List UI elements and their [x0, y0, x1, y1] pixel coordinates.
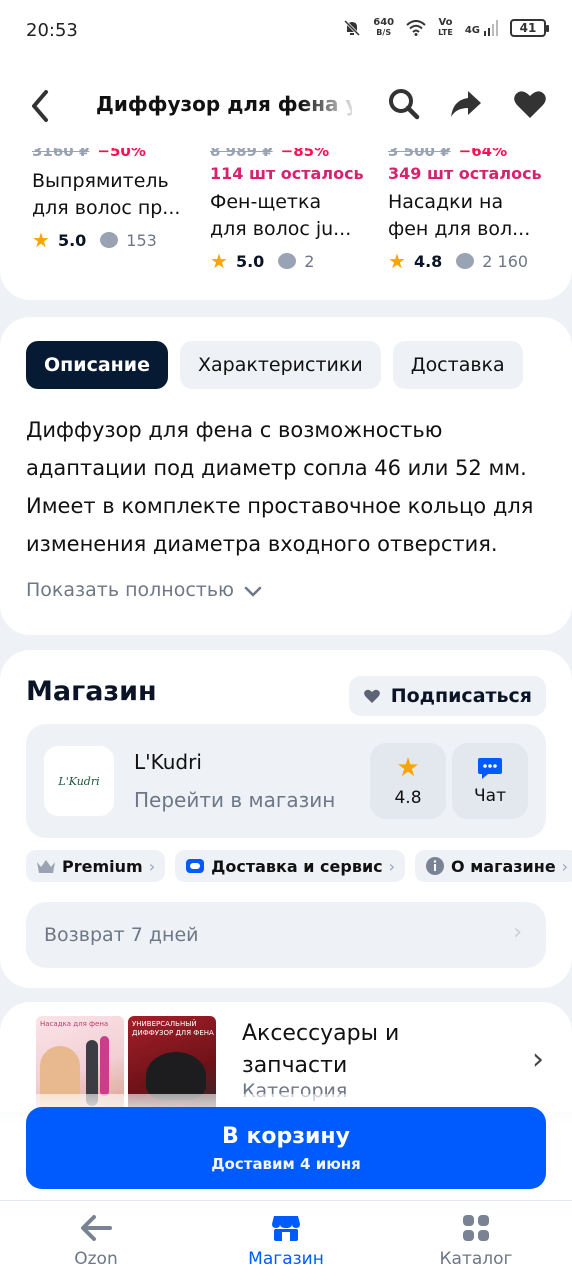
- store-icon: [272, 1216, 300, 1241]
- heart-icon: [363, 689, 380, 703]
- description-text: Диффузор для фена с возможностью адаптац…: [26, 418, 534, 556]
- chevron-right-icon: ›: [513, 920, 522, 945]
- rec-card[interactable]: 3 500 ₽ −64% 349 шт осталось Насадки на ф…: [388, 148, 558, 273]
- chevron-right-icon: ›: [532, 1042, 544, 1077]
- rec-stats: ★ 4.8 2 160: [388, 249, 558, 273]
- rec-rating: 5.0: [57, 230, 87, 250]
- seller-logo: L'Kudri: [44, 746, 114, 816]
- favorite-heart-icon[interactable]: [512, 86, 548, 122]
- rec-card[interactable]: 3160 ₽ −50% Выпрямитель для волос пр... ★…: [32, 148, 202, 252]
- old-price: 3 500 ₽: [388, 148, 451, 156]
- seller-name: L'Kudri: [134, 750, 202, 774]
- delivery-box-icon: [186, 859, 205, 873]
- go-to-store-link[interactable]: Перейти в магазин: [134, 788, 335, 812]
- share-icon[interactable]: [448, 86, 484, 122]
- show-more-link[interactable]: Показать полностью: [26, 579, 262, 601]
- discount-badge: −64%: [459, 148, 507, 156]
- chevron-right-icon: ›: [561, 856, 569, 876]
- chevron-right-icon: ›: [388, 856, 396, 876]
- tab-description[interactable]: Описание: [26, 341, 169, 389]
- status-bar: 20:53 640 B/S Vo LTE 4G 41: [0, 0, 572, 64]
- nav-item-ozon[interactable]: Ozon: [26, 1211, 166, 1269]
- discount-badge: −50%: [97, 148, 145, 156]
- add-to-cart-label: В корзину: [222, 1123, 350, 1149]
- seller-rating-button[interactable]: ★ 4.8: [370, 743, 446, 819]
- subscribe-button[interactable]: Подписаться: [348, 676, 546, 716]
- rec-name: Насадки на фен для вол...: [388, 191, 531, 240]
- net-speed: 640 B/S: [373, 17, 395, 38]
- old-price: 3160 ₽: [32, 148, 89, 156]
- wifi-icon: [406, 20, 426, 36]
- rec-reviews: 2: [304, 251, 315, 271]
- arrow-left-icon: [81, 1215, 112, 1241]
- recommendations-strip: 3160 ₽ −50% Выпрямитель для волос пр... ★…: [0, 148, 572, 300]
- chip-premium[interactable]: Premium ›: [26, 850, 166, 882]
- top-bar: Диффузор для фена ун: [0, 64, 572, 148]
- rec-card[interactable]: 8 989 ₽ −85% 114 шт осталось Фен-щетка дл…: [210, 148, 380, 273]
- mute-bell-icon: [344, 19, 361, 37]
- chat-button[interactable]: Чат: [452, 743, 528, 819]
- title-fade: [300, 86, 360, 126]
- chip-delivery-service[interactable]: Доставка и сервис ›: [175, 850, 406, 882]
- signal-icon: [484, 20, 498, 36]
- info-icon: [426, 857, 445, 875]
- reviews-bubble-icon: [456, 253, 475, 269]
- rec-stats: ★ 5.0 153: [32, 228, 202, 252]
- discount-badge: −85%: [281, 148, 329, 156]
- description-card: Описание Характеристики Доставка Диффузо…: [0, 317, 572, 635]
- old-price: 8 989 ₽: [210, 148, 273, 156]
- shop-chips: Premium › Доставка и сервис › О магазине…: [26, 850, 572, 882]
- add-to-cart-button[interactable]: В корзину Доставим 4 июня: [26, 1107, 546, 1189]
- star-icon: ★: [32, 228, 50, 252]
- rec-rating: 4.8: [413, 251, 443, 271]
- status-time: 20:53: [26, 20, 78, 41]
- reviews-bubble-icon: [100, 232, 119, 248]
- stock-left: 349 шт осталось: [388, 164, 542, 183]
- chevron-right-icon: ›: [148, 856, 156, 876]
- star-icon: ★: [210, 249, 228, 273]
- rec-name: Выпрямитель для волос пр...: [32, 170, 181, 219]
- star-icon: ★: [396, 753, 420, 783]
- stock-left: 114 шт осталось: [210, 164, 364, 183]
- category-name: Аксессуары и запчасти: [242, 1021, 400, 1078]
- rec-reviews: 153: [126, 230, 157, 250]
- volte-indicator: Vo LTE: [438, 17, 453, 38]
- description-tabs: Описание Характеристики Доставка: [26, 341, 523, 389]
- tab-delivery[interactable]: Доставка: [392, 341, 523, 389]
- delivery-date-label: Доставим 4 июня: [211, 1154, 361, 1173]
- nav-item-catalog[interactable]: Каталог: [406, 1211, 546, 1269]
- catalog-grid-icon: [463, 1215, 489, 1241]
- crown-icon: [37, 860, 55, 873]
- rec-name: Фен-щетка для волос ju...: [210, 191, 352, 240]
- bottom-nav: Ozon Магазин Каталог: [0, 1200, 572, 1280]
- search-icon[interactable]: [386, 86, 422, 122]
- signal-indicator: 4G: [465, 20, 498, 36]
- returns-row[interactable]: Возврат 7 дней ›: [26, 902, 546, 968]
- status-icons: 640 B/S Vo LTE 4G 41: [343, 17, 549, 38]
- rec-reviews: 2 160: [482, 251, 529, 271]
- shop-card: Магазин Подписаться L'Kudri L'Kudri Пере…: [0, 650, 572, 988]
- chevron-down-icon: [244, 586, 262, 597]
- seller-block[interactable]: L'Kudri L'Kudri Перейти в магазин ★ 4.8 …: [26, 724, 546, 838]
- chat-bubble-icon: [478, 758, 502, 779]
- battery-icon: 41: [510, 19, 549, 37]
- rec-stats: ★ 5.0 2: [210, 249, 380, 273]
- rec-rating: 5.0: [235, 251, 265, 271]
- star-icon: ★: [388, 249, 406, 273]
- shop-title: Магазин: [26, 676, 157, 707]
- tab-specifications[interactable]: Характеристики: [180, 341, 381, 389]
- reviews-bubble-icon: [278, 253, 297, 269]
- chip-about-store[interactable]: О магазине ›: [415, 850, 572, 882]
- nav-item-store[interactable]: Магазин: [216, 1211, 356, 1269]
- back-arrow-icon[interactable]: [24, 86, 58, 126]
